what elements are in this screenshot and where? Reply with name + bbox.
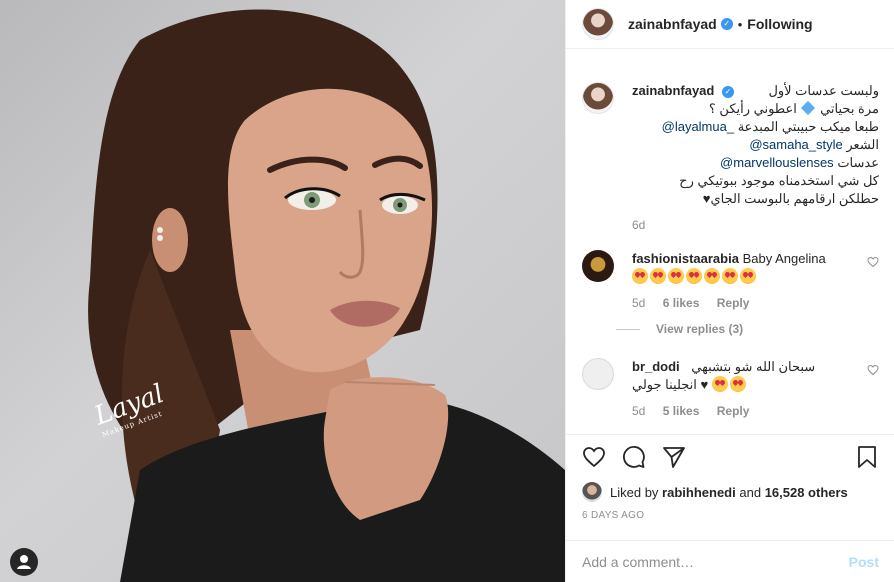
caption-line-5-text: عدسات [837,155,879,170]
share-icon[interactable] [662,445,686,469]
gem-icon [801,100,816,116]
black-heart-icon: ♥ [700,377,709,392]
bookmark-icon[interactable] [855,445,879,469]
caption-line-2a: مرة بحياتي [820,101,879,116]
verified-badge-icon: ✓ [720,18,733,30]
star-struck-emoji-icon [704,268,720,284]
star-struck-emoji-icon [740,268,756,284]
caption-avatar[interactable] [582,82,614,114]
caption-line-3-text: طبعا ميكب حبيبتي المبدعة [737,119,879,134]
comment-avatar[interactable] [582,250,614,282]
portrait-image [88,9,565,582]
comment-text-2: انجلينا جولي [632,377,697,392]
star-struck-emoji-icon [650,268,666,284]
comment-text: سبحان الله شو بتشبهي [691,359,816,374]
add-comment-bar: Add a comment… Post [566,540,894,582]
likes-others[interactable]: 16,528 others [765,485,848,500]
likes-prefix: Liked by [610,484,659,500]
mention-samaha-style[interactable]: @samaha_style [749,137,842,152]
comment-age[interactable]: 5d [632,404,645,418]
post-timestamp[interactable]: 6 DAYS AGO [582,510,644,521]
star-struck-emoji-icon [729,376,746,392]
comment-username[interactable]: br_dodi [632,359,680,374]
likes-and: and [739,484,762,500]
liker-avatar[interactable] [582,482,602,502]
comment-item: br_dodi سبحان الله شو بتشبهي انجلينا جول… [566,358,894,420]
author-username[interactable]: zainabnfayad [628,16,717,32]
star-struck-emoji-icon [722,268,738,284]
comment-meta: 5d 5 likes Reply [632,402,857,420]
mention-layalmua[interactable]: @layalmua_ [662,119,734,134]
profile-icon[interactable] [10,548,38,576]
comments-list[interactable]: zainabnfayad ✓ ولبست عدسات لأول مرة بحيا… [566,62,894,434]
star-struck-emoji-icon [686,268,702,284]
action-bar [566,434,894,478]
following-button[interactable]: Following [747,16,812,32]
caption-line-7: حطلكن ارقامهم بالبوست الجاي♥ [702,191,879,206]
comment-meta: 5d 6 likes Reply [632,294,857,312]
likes-summary: Liked by rabihhenedi and 16,528 others [582,482,848,502]
caption-line-6: كل شي استخدمناه موجود ببوتيكي رح [679,173,879,188]
post-photo[interactable]: Layal Makeup Artist [0,0,565,582]
comment-item: fashionistaarabia Baby Angelina 5d 6 lik… [566,250,894,312]
post-button[interactable]: Post [849,554,879,570]
star-struck-emoji-icon [632,268,648,284]
profile-glyph-icon [17,555,31,569]
view-replies-button[interactable]: View replies (3) [616,322,894,336]
header-separator: • [737,16,743,32]
reply-button[interactable]: Reply [717,404,750,418]
caption-meta: 6d [632,216,879,234]
comment-likes[interactable]: 5 likes [663,404,700,418]
reply-button[interactable]: Reply [717,296,750,310]
caption-line-3: طبعا ميكب حبيبتي المبدعة @layalmua_ [632,118,879,136]
comment-icon[interactable] [622,445,646,469]
verified-badge-icon: ✓ [721,86,734,98]
caption-line-2b: اعطوني رأيكن ؟ [708,101,797,116]
caption-line-4-text: الشعر [846,137,879,152]
view-replies-label: View replies (3) [656,322,744,336]
small-heart-icon[interactable] [867,256,879,312]
post-side-panel: zainabnfayad ✓ • Following zainabnfayad … [565,0,894,582]
caption-username[interactable]: zainabnfayad [632,83,714,98]
comment-text-line-2: انجلينا جولي ♥ [632,376,857,394]
caption-age[interactable]: 6d [632,218,645,232]
caption: zainabnfayad ✓ ولبست عدسات لأول مرة بحيا… [566,82,894,234]
caption-line-2: مرة بحياتي اعطوني رأيكن ؟ [632,100,879,118]
comment-input[interactable]: Add a comment… [582,554,849,570]
comment-age[interactable]: 5d [632,296,645,310]
mention-marvellouslenses[interactable]: @marvellouslenses [720,155,834,170]
comment-text: Baby Angelina [742,251,826,266]
author-avatar[interactable] [582,8,614,40]
star-struck-emoji-icon [711,376,728,392]
caption-line-1: ولبست عدسات لأول [768,83,879,98]
comment-username[interactable]: fashionistaarabia [632,251,739,266]
post-header: zainabnfayad ✓ • Following [566,0,894,49]
caption-line-4: الشعر @samaha_style [632,136,879,154]
liker-username[interactable]: rabihhenedi [662,485,736,500]
comment-likes[interactable]: 6 likes [663,296,700,310]
comment-emojis [632,268,857,286]
star-struck-emoji-icon [668,268,684,284]
comment-avatar[interactable] [582,358,614,390]
small-heart-icon[interactable] [867,364,879,420]
view-replies-line [616,328,640,330]
heart-icon[interactable] [582,445,606,469]
caption-line-5: عدسات @marvellouslenses [632,154,879,172]
